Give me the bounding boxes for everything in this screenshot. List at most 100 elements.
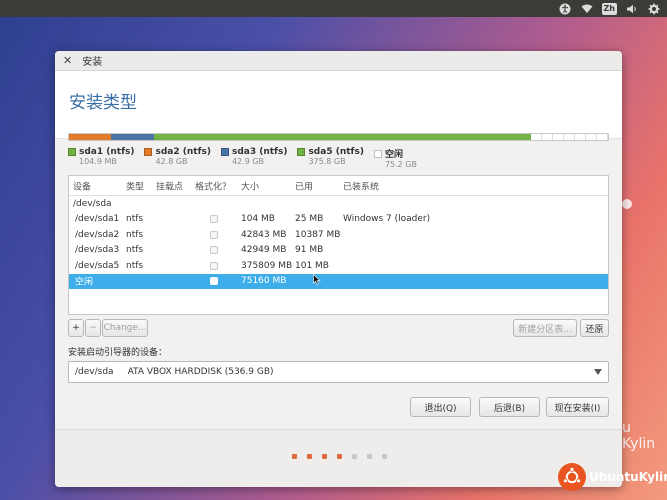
format-checkbox[interactable] xyxy=(210,261,218,270)
column-header-device[interactable]: 设备 xyxy=(73,179,91,192)
add-partition-button[interactable]: + xyxy=(68,319,84,337)
cell-size: 42843 MB xyxy=(241,229,287,240)
gear-icon[interactable] xyxy=(647,2,661,15)
partition-table[interactable]: 设备 类型 挂载点 格式化？ 大小 已用 已装系统 /dev/sda /dev/… xyxy=(68,175,609,315)
legend-label: sda5 (ntfs) xyxy=(308,147,364,157)
table-row[interactable]: /dev/sda xyxy=(69,196,608,212)
cell-used: 25 MB xyxy=(295,214,324,225)
legend-swatch xyxy=(144,148,153,156)
legend-item: sda2 (ntfs) 42.8 GB xyxy=(144,147,211,169)
column-header-used[interactable]: 已用 xyxy=(295,179,313,192)
volume-icon[interactable] xyxy=(625,2,639,15)
cell-size: 75160 MB xyxy=(241,276,287,287)
legend-size: 42.9 GB xyxy=(231,157,265,166)
change-partition-button[interactable]: Change... xyxy=(102,319,148,337)
table-row[interactable]: /dev/sda3 ntfs 42949 MB 91 MB xyxy=(69,243,608,259)
legend-size: 104.9 MB xyxy=(79,157,117,166)
progress-dot-done xyxy=(337,454,342,459)
cell-device: /dev/sda2 xyxy=(75,229,120,240)
window-title: 安装 xyxy=(82,57,103,68)
background-text: u Kylin xyxy=(622,420,656,452)
cell-used: 10387 MB xyxy=(295,229,341,240)
back-button[interactable]: 后退(B) xyxy=(479,397,540,417)
dropdown-arrow-icon xyxy=(594,369,602,375)
legend-swatch xyxy=(297,148,306,156)
cell-type: ntfs xyxy=(126,214,144,225)
installer-window: ✕ 安装 安装类型 sda1 (ntfs) 104.9 MB sda2 (ntf… xyxy=(55,51,622,487)
cell-used: 101 MB xyxy=(295,260,329,271)
format-checkbox[interactable] xyxy=(210,277,218,286)
cell-size: 375809 MB xyxy=(241,260,293,271)
top-panel: Zh xyxy=(0,0,667,17)
legend-swatch xyxy=(68,148,76,156)
legend-item: 空闲 75.2 GB xyxy=(373,147,417,169)
cell-device: /dev/sda5 xyxy=(75,260,120,271)
progress-dot-pending xyxy=(382,454,387,459)
legend-item: sda3 (ntfs) 42.9 GB xyxy=(220,147,288,169)
bootloader-label: 安装启动引导器的设备： xyxy=(68,348,168,358)
partition-bar xyxy=(68,133,609,141)
column-header-type[interactable]: 类型 xyxy=(126,179,144,192)
page-title: 安装类型 xyxy=(69,93,137,113)
partition-bar-segment-sda2 xyxy=(111,134,155,140)
legend-size: 375.8 GB xyxy=(308,157,346,166)
format-checkbox[interactable] xyxy=(210,246,218,255)
accessibility-icon[interactable] xyxy=(558,2,572,15)
legend-item: sda1 (ntfs) 104.9 MB xyxy=(68,147,134,169)
cell-device: 空闲 xyxy=(75,277,94,288)
legend-size: 42.8 GB xyxy=(155,157,188,166)
legend-label: sda2 (ntfs) xyxy=(155,147,211,157)
cell-device: /dev/sda1 xyxy=(75,214,120,225)
column-header-mount[interactable]: 挂载点 xyxy=(156,179,183,192)
table-row-selected[interactable]: 空闲 75160 MB xyxy=(69,273,608,289)
brand-watermark: UbuntuKylin xyxy=(558,463,667,491)
partition-bar-segment-sda1 xyxy=(69,134,112,140)
legend-label: sda3 (ntfs) xyxy=(231,147,288,157)
cell-type: ntfs xyxy=(126,245,144,256)
bootloader-device: /dev/sda xyxy=(75,367,114,377)
table-header: 设备 类型 挂载点 格式化？ 大小 已用 已装系统 xyxy=(69,176,608,196)
cell-device: /dev/sda xyxy=(73,198,112,209)
remove-partition-button[interactable]: − xyxy=(85,319,101,337)
desktop-decoration-dot xyxy=(622,199,632,209)
column-header-size[interactable]: 大小 xyxy=(241,179,259,192)
progress-dots xyxy=(292,454,387,459)
legend-swatch xyxy=(220,148,229,156)
network-icon[interactable] xyxy=(580,2,594,15)
progress-dot-pending xyxy=(352,454,357,459)
progress-dot-pending xyxy=(367,454,372,459)
header-band: 安装类型 xyxy=(55,71,622,139)
install-now-button[interactable]: 现在安装(I) xyxy=(546,397,609,417)
close-icon[interactable]: ✕ xyxy=(63,55,72,66)
cell-system: Windows 7 (loader) xyxy=(343,214,431,225)
cell-device: /dev/sda3 xyxy=(75,245,120,256)
quit-button[interactable]: 退出(Q) xyxy=(410,397,471,417)
table-row[interactable]: /dev/sda5 ntfs 375809 MB 101 MB xyxy=(69,258,608,274)
progress-dot-done xyxy=(322,454,327,459)
brand-name: UbuntuKylin xyxy=(589,470,667,484)
table-row[interactable]: /dev/sda2 ntfs 42843 MB 10387 MB xyxy=(69,227,608,243)
format-checkbox[interactable] xyxy=(210,215,218,224)
revert-button[interactable]: 还原 xyxy=(580,319,609,337)
column-header-format[interactable]: 格式化？ xyxy=(195,179,231,192)
bootloader-device-description: ATA VBOX HARDDISK (536.9 GB) xyxy=(127,367,274,377)
legend-label: 空闲 xyxy=(384,150,403,160)
progress-dot-done xyxy=(307,454,312,459)
new-partition-table-button[interactable]: 新建分区表... xyxy=(513,319,577,337)
input-method-indicator[interactable]: Zh xyxy=(601,2,617,15)
progress-dot-done xyxy=(292,454,297,459)
column-header-system[interactable]: 已装系统 xyxy=(343,179,379,192)
legend-item: sda5 (ntfs) 375.8 GB xyxy=(297,147,364,169)
title-bar: ✕ 安装 xyxy=(55,51,622,71)
format-checkbox[interactable] xyxy=(210,230,218,239)
bootloader-device-select[interactable]: /dev/sda ATA VBOX HARDDISK (536.9 GB) xyxy=(68,361,609,383)
cell-type: ntfs xyxy=(126,260,144,271)
table-row[interactable]: /dev/sda1 ntfs 104 MB 25 MB Windows 7 (l… xyxy=(69,212,608,228)
cell-size: 42949 MB xyxy=(241,245,287,256)
legend-label: sda1 (ntfs) xyxy=(79,147,135,157)
legend-swatch xyxy=(373,149,382,158)
partition-legend: sda1 (ntfs) 104.9 MB sda2 (ntfs) 42.8 GB… xyxy=(68,147,417,169)
partition-bar-segment-sda3 xyxy=(154,134,532,140)
partition-bar-segment-free xyxy=(531,134,608,140)
mouse-cursor-icon xyxy=(313,274,321,288)
